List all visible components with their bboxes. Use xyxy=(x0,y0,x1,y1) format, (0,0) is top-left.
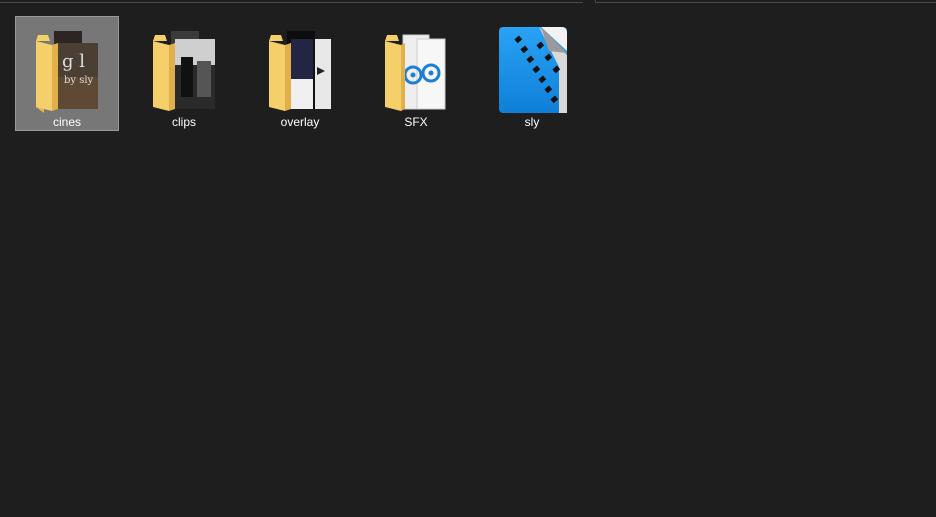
file-label: sly xyxy=(524,115,540,129)
folder-photos-icon: g l by sly xyxy=(36,31,98,113)
video-project-icon xyxy=(499,27,567,113)
file-explorer-view: g l by sly cines clips overlay SFX sly xyxy=(0,0,936,517)
file-label: SFX xyxy=(404,115,428,129)
file-item-cines[interactable]: g l by sly cines xyxy=(15,16,119,131)
file-item-sfx[interactable]: SFX xyxy=(364,16,468,131)
column-header-left[interactable] xyxy=(0,0,583,3)
column-header-strip xyxy=(0,0,936,4)
svg-text:g l: g l xyxy=(62,51,85,72)
folder-photos-icon xyxy=(269,31,331,111)
file-item-clips[interactable]: clips xyxy=(132,16,236,131)
folder-audio-icon xyxy=(385,34,446,111)
column-header-right[interactable] xyxy=(595,0,936,3)
svg-text:by sly: by sly xyxy=(64,75,94,86)
file-label: clips xyxy=(171,115,196,129)
file-item-sly[interactable]: sly xyxy=(480,16,584,131)
file-label: overlay xyxy=(280,115,320,129)
file-label: cines xyxy=(52,115,81,129)
file-item-overlay[interactable]: overlay xyxy=(248,16,352,131)
folder-photos-icon xyxy=(153,31,215,111)
